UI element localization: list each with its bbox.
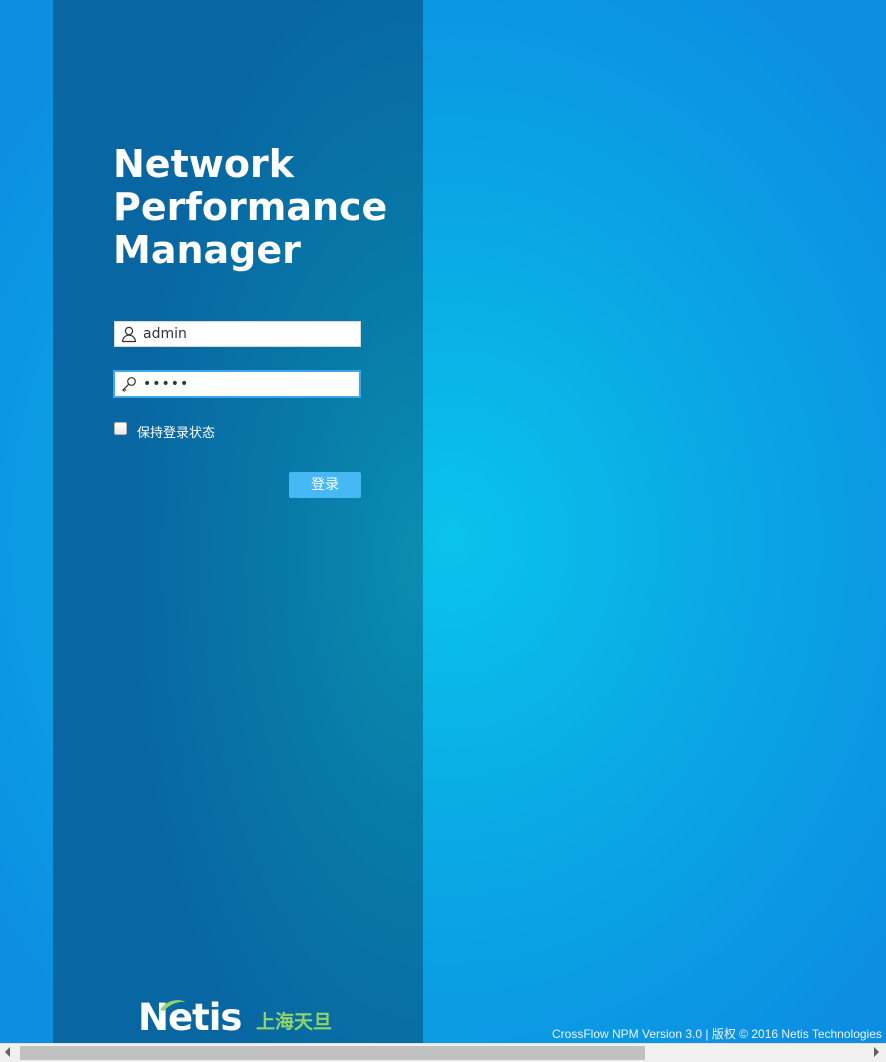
username-input[interactable] bbox=[143, 322, 353, 346]
scroll-left-icon[interactable] bbox=[5, 1047, 10, 1057]
remember-label[interactable]: 保持登录状态 bbox=[137, 422, 215, 441]
username-field[interactable] bbox=[114, 321, 361, 347]
login-page: Network Performance Manager 保持登录状态 登 bbox=[0, 0, 886, 1062]
horizontal-scrollbar[interactable] bbox=[0, 1043, 886, 1062]
password-field[interactable] bbox=[113, 370, 361, 398]
login-button[interactable]: 登录 bbox=[289, 472, 361, 498]
app-title-line: Performance bbox=[113, 185, 388, 229]
remember-checkbox[interactable] bbox=[114, 422, 127, 435]
logo-cn-text: 上海天旦 bbox=[256, 1011, 333, 1033]
login-panel: Network Performance Manager 保持登录状态 登 bbox=[53, 0, 423, 1043]
key-icon bbox=[122, 377, 136, 393]
app-title-line: Network bbox=[113, 142, 294, 186]
password-input[interactable] bbox=[143, 372, 353, 396]
logo-swoosh-icon bbox=[160, 1000, 186, 1011]
app-title: Network Performance Manager bbox=[113, 143, 387, 272]
copyright-text: CrossFlow NPM Version 3.0 | 版权 © 2016 Ne… bbox=[552, 1027, 882, 1041]
netis-logo: Netis 上海天旦 bbox=[138, 996, 348, 1040]
logo-text: Netis bbox=[138, 996, 242, 1039]
user-icon bbox=[121, 326, 137, 343]
scroll-right-icon[interactable] bbox=[874, 1047, 879, 1057]
app-title-line: Manager bbox=[113, 228, 301, 272]
scrollbar-thumb[interactable] bbox=[20, 1046, 645, 1060]
